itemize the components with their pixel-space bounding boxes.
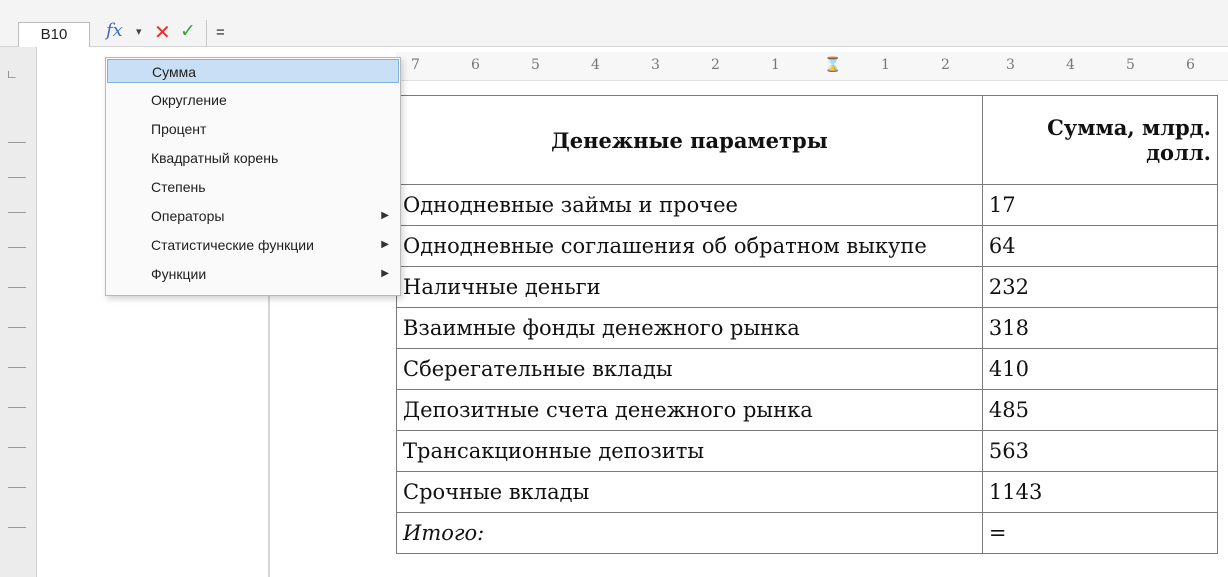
ruler-label: 1 xyxy=(881,57,890,73)
submenu-arrow-icon: ▶ xyxy=(381,239,389,250)
horizontal-ruler: 7 6 5 4 3 2 1 ⌛ 1 2 3 4 5 6 xyxy=(396,52,1228,81)
ruler-label: 5 xyxy=(1126,57,1135,73)
ruler-tick xyxy=(8,177,26,178)
table-row: Сберегательные вклады 410 xyxy=(396,348,1219,390)
table-cell[interactable]: 485 xyxy=(981,389,1219,431)
ruler-label: 4 xyxy=(1066,57,1075,73)
ruler-tick xyxy=(8,487,26,488)
function-dropdown-arrow-icon[interactable]: ▾ xyxy=(136,25,142,38)
table-cell[interactable]: Трансакционные депозиты xyxy=(396,430,983,472)
table-row: Депозитные счета денежного рынка 485 xyxy=(396,389,1219,431)
table-cell[interactable]: 318 xyxy=(981,307,1219,349)
table-cell[interactable]: Срочные вклады xyxy=(396,471,983,513)
menu-item-label: Степень xyxy=(151,179,206,195)
menu-item-square-root[interactable]: Квадратный корень xyxy=(107,146,399,170)
table-row: Взаимные фонды денежного рынка 318 xyxy=(396,307,1219,349)
table-cell[interactable]: Однодневные займы и прочее xyxy=(396,184,983,226)
ruler-tick xyxy=(8,247,26,248)
table-row: Однодневные займы и прочее 17 xyxy=(396,184,1219,226)
menu-item-round[interactable]: Округление xyxy=(107,88,399,112)
formula-input[interactable]: = xyxy=(216,20,1216,46)
table-row: Срочные вклады 1143 xyxy=(396,471,1219,513)
ruler-tick xyxy=(8,407,26,408)
ruler-label: 3 xyxy=(651,57,660,73)
menu-item-statistical-functions[interactable]: Статистические функции ▶ xyxy=(107,233,399,257)
function-wizard-icon[interactable]: fx xyxy=(106,20,123,41)
ruler-label: 6 xyxy=(1186,57,1195,73)
submenu-arrow-icon: ▶ xyxy=(381,210,389,221)
ruler-tick xyxy=(8,527,26,528)
menu-item-power[interactable]: Степень xyxy=(107,175,399,199)
menu-item-percent[interactable]: Процент xyxy=(107,117,399,141)
table-cell[interactable]: 64 xyxy=(981,225,1219,267)
tab-stop-icon[interactable]: ∟ xyxy=(6,67,18,81)
table-cell[interactable]: 17 xyxy=(981,184,1219,226)
header-amount[interactable]: Сумма, млрд. долл. xyxy=(981,95,1219,185)
table-cell[interactable]: 563 xyxy=(981,430,1219,472)
ruler-label: 2 xyxy=(941,57,950,73)
indent-marker-icon[interactable]: ⌛ xyxy=(824,57,841,73)
ruler-tick xyxy=(8,447,26,448)
menu-item-label: Операторы xyxy=(151,208,225,224)
table-total-row: Итого: = xyxy=(396,512,1219,554)
ruler-label: 2 xyxy=(711,57,720,73)
formula-separator xyxy=(206,20,207,46)
money-table: Денежные параметры Сумма, млрд. долл. Од… xyxy=(396,95,1219,554)
accept-icon[interactable]: ✓ xyxy=(180,20,196,43)
total-label-cell[interactable]: Итого: xyxy=(396,512,983,554)
menu-item-label: Сумма xyxy=(152,64,196,80)
ruler-tick xyxy=(8,327,26,328)
header-parameters[interactable]: Денежные параметры xyxy=(396,95,983,185)
ruler-label: 6 xyxy=(471,57,480,73)
total-value-cell[interactable]: = xyxy=(981,512,1219,554)
table-cell[interactable]: Взаимные фонды денежного рынка xyxy=(396,307,983,349)
vertical-ruler: ∟ xyxy=(0,47,37,577)
function-menu: Сумма Округление Процент Квадратный коре… xyxy=(105,57,401,296)
formula-bar: B10 fx ▾ ✕ ✓ = xyxy=(0,0,1228,48)
table-cell[interactable]: 1143 xyxy=(981,471,1219,513)
ruler-label: 3 xyxy=(1006,57,1015,73)
menu-item-label: Квадратный корень xyxy=(151,150,279,166)
ruler-label: 1 xyxy=(771,57,780,73)
table-cell[interactable]: Однодневные соглашения об обратном выкуп… xyxy=(396,225,983,267)
ruler-tick xyxy=(8,287,26,288)
table-cell[interactable]: Депозитные счета денежного рынка xyxy=(396,389,983,431)
menu-item-label: Процент xyxy=(151,121,207,137)
table-cell[interactable]: Сберегательные вклады xyxy=(396,348,983,390)
submenu-arrow-icon: ▶ xyxy=(381,268,389,279)
menu-item-sum[interactable]: Сумма xyxy=(107,59,399,83)
ruler-label: 5 xyxy=(531,57,540,73)
ruler-tick xyxy=(8,367,26,368)
menu-item-operators[interactable]: Операторы ▶ xyxy=(107,204,399,228)
menu-item-label: Округление xyxy=(151,92,227,108)
ruler-tick xyxy=(8,142,26,143)
cancel-icon[interactable]: ✕ xyxy=(154,20,171,45)
table-cell[interactable]: 410 xyxy=(981,348,1219,390)
menu-item-label: Статистические функции xyxy=(151,237,314,253)
menu-item-functions[interactable]: Функции ▶ xyxy=(107,262,399,286)
table-cell[interactable]: Наличные деньги xyxy=(396,266,983,308)
table-row: Однодневные соглашения об обратном выкуп… xyxy=(396,225,1219,267)
menu-item-label: Функции xyxy=(151,266,207,282)
table-cell[interactable]: 232 xyxy=(981,266,1219,308)
table-row: Наличные деньги 232 xyxy=(396,266,1219,308)
name-box[interactable]: B10 xyxy=(18,22,90,48)
ruler-label: 7 xyxy=(411,57,420,73)
table-row: Трансакционные депозиты 563 xyxy=(396,430,1219,472)
ruler-label: 4 xyxy=(591,57,600,73)
ruler-tick xyxy=(8,212,26,213)
table-header-row: Денежные параметры Сумма, млрд. долл. xyxy=(396,95,1219,185)
